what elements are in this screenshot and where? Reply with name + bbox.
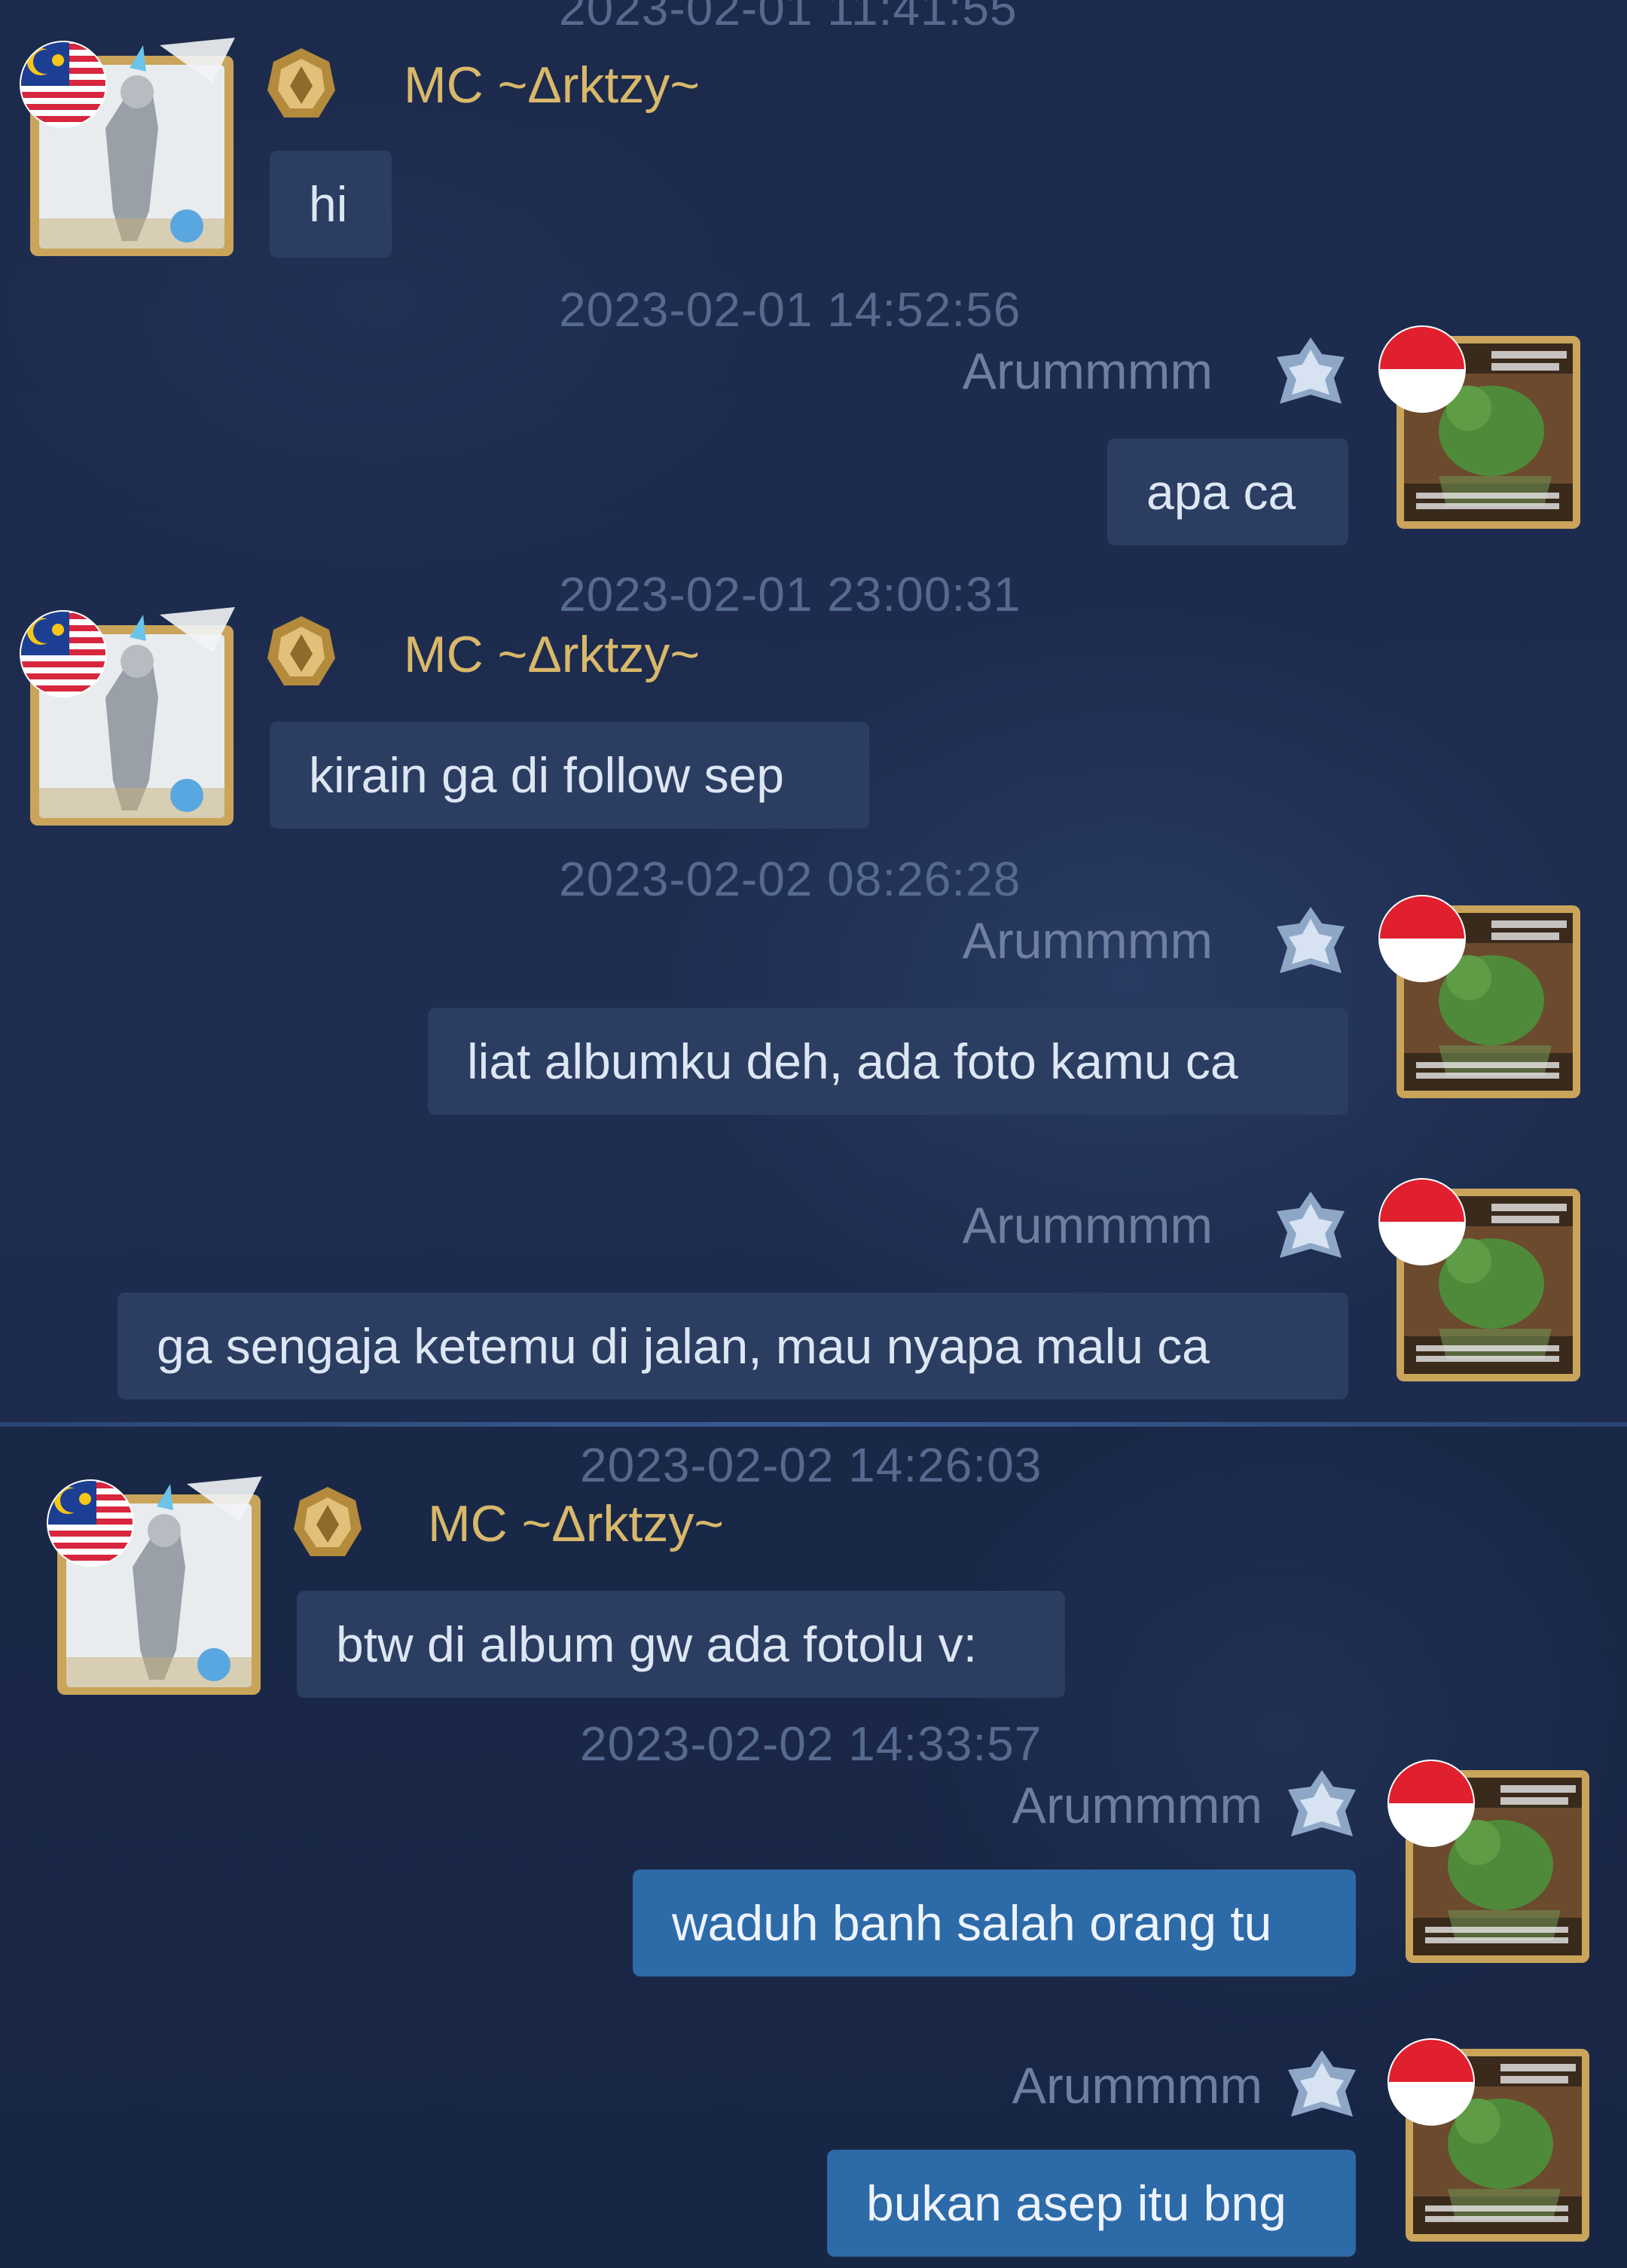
message-bubble[interactable]: liat albumku deh, ada foto kamu ca	[428, 1008, 1348, 1115]
sender-name-mc[interactable]: MC ~Δrktzy~	[404, 625, 700, 684]
arummmm-rank-badge-icon	[1288, 1770, 1356, 1836]
sender-name-mc[interactable]: MC ~Δrktzy~	[428, 1494, 724, 1553]
mc-avatar-icon[interactable]	[17, 607, 235, 826]
mc-rank-badge-icon	[267, 616, 335, 685]
message-bubble[interactable]: ga sengaja ketemu di jalan, mau nyapa ma…	[118, 1293, 1348, 1400]
arummmm-avatar-icon[interactable]	[1378, 325, 1582, 529]
sender-name-mc[interactable]: MC ~Δrktzy~	[404, 56, 700, 114]
arummmm-rank-badge-icon	[1277, 1192, 1345, 1258]
mc-avatar-icon[interactable]	[44, 1476, 262, 1695]
timestamp: 2023-02-02 14:33:57	[580, 1717, 1042, 1771]
message-bubble-highlighted[interactable]: bukan asep itu bng	[827, 2150, 1356, 2257]
sender-name-arummmm[interactable]: Arummmm	[1012, 2056, 1262, 2115]
mc-rank-badge-icon	[267, 48, 335, 118]
arummmm-rank-badge-icon	[1288, 2050, 1356, 2117]
arummmm-avatar-icon[interactable]	[1378, 895, 1582, 1098]
arummmm-avatar-icon[interactable]	[1387, 1760, 1591, 1963]
sender-name-arummmm[interactable]: Arummmm	[1012, 1776, 1262, 1835]
arummmm-rank-badge-icon	[1277, 907, 1345, 973]
arummmm-rank-badge-icon	[1277, 337, 1345, 404]
sender-name-arummmm[interactable]: Arummmm	[963, 1196, 1213, 1255]
timestamp: 2023-02-01 23:00:31	[559, 567, 1021, 621]
message-bubble[interactable]: hi	[270, 151, 392, 258]
arummmm-avatar-icon[interactable]	[1387, 2038, 1591, 2242]
timestamp-partial: 2023-02-01 11:41:55	[559, 0, 1018, 35]
screenshot-divider	[0, 1422, 1627, 1427]
arummmm-avatar-icon[interactable]	[1378, 1178, 1582, 1381]
sender-name-arummmm[interactable]: Arummmm	[963, 342, 1213, 401]
timestamp: 2023-02-02 08:26:28	[559, 852, 1021, 906]
mc-avatar-icon[interactable]	[17, 38, 235, 256]
message-bubble[interactable]: apa ca	[1107, 438, 1348, 545]
message-bubble[interactable]: btw di album gw ada fotolu v:	[297, 1591, 1065, 1698]
message-bubble[interactable]: kirain ga di follow sep	[270, 722, 869, 829]
message-bubble-highlighted[interactable]: waduh banh salah orang tu	[633, 1870, 1356, 1976]
timestamp: 2023-02-01 14:52:56	[559, 282, 1021, 337]
mc-rank-badge-icon	[294, 1487, 362, 1556]
timestamp: 2023-02-02 14:26:03	[580, 1438, 1042, 1492]
sender-name-arummmm[interactable]: Arummmm	[963, 911, 1213, 970]
chat-screenshot: 2023-02-01 11:41:55 MC ~Δrktzy~ hi 2023-…	[0, 0, 1627, 2268]
